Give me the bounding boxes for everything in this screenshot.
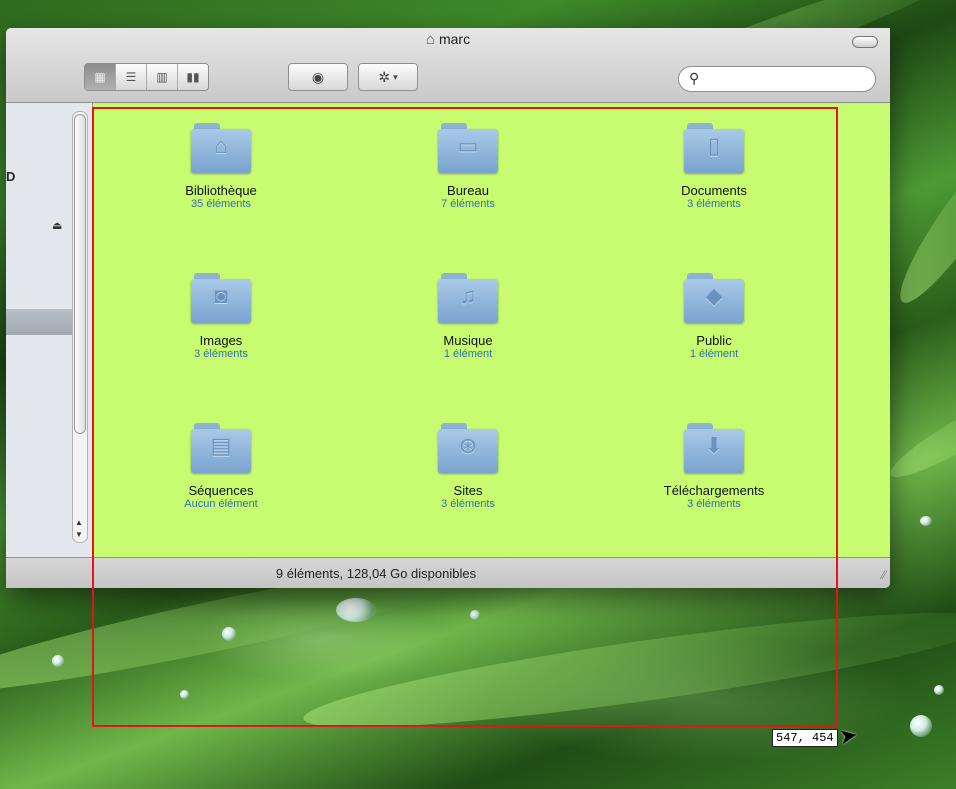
search-input[interactable] — [707, 70, 869, 86]
folder-count: 35 éléments — [191, 198, 251, 210]
sidebar: D ⏏ ▲ ▼ — [6, 103, 93, 557]
folder-name: Images — [199, 333, 243, 348]
sites-folder-icon: ⊛ — [438, 423, 498, 473]
gear-icon: ✲ — [378, 68, 391, 85]
status-text: 9 éléments, 128,04 Go disponibles — [275, 566, 477, 581]
folder-item[interactable]: ⌂ Bibliothèque 35 éléments — [121, 123, 321, 210]
folder-item[interactable]: ◆ Public 1 élément — [614, 273, 814, 360]
list-view-icon[interactable]: ☰ — [116, 64, 147, 90]
scroll-down-arrow-icon[interactable]: ▼ — [75, 530, 83, 539]
window-title: ⌂ marc — [425, 31, 471, 48]
folder-count: 3 éléments — [194, 348, 248, 360]
coordinate-readout: 547, 454 — [772, 729, 838, 747]
sidebar-item-label[interactable]: D — [6, 169, 15, 184]
folder-item[interactable]: ◙ Images 3 éléments — [121, 273, 321, 360]
quick-look-button[interactable]: ◉ — [288, 63, 348, 91]
folder-item[interactable]: ▤ Séquences Aucun élément — [121, 423, 321, 510]
folder-item[interactable]: ⬇ Téléchargements 3 éléments — [614, 423, 814, 510]
downloads-folder-icon: ⬇ — [684, 423, 744, 473]
folder-name: Documents — [681, 183, 747, 198]
sidebar-scrollbar[interactable]: ▲ ▼ — [72, 111, 88, 543]
movies-folder-icon: ▤ — [191, 423, 251, 473]
documents-folder-icon: ▯ — [684, 123, 744, 173]
library-folder-icon: ⌂ — [191, 123, 251, 173]
eject-icon[interactable]: ⏏ — [52, 219, 62, 232]
toolbar-toggle-button[interactable] — [852, 36, 878, 48]
toolbar: ⌂ marc ▦ ☰ ▥ ▮▮ ◉ ✲ ▾ ⚲ — [6, 28, 890, 103]
sidebar-item-selected[interactable] — [6, 309, 74, 335]
folder-count: 1 élément — [443, 348, 493, 360]
coverflow-view-icon[interactable]: ▮▮ — [178, 64, 208, 90]
column-view-icon[interactable]: ▥ — [147, 64, 178, 90]
folder-name: Public — [696, 333, 732, 348]
icon-view-icon[interactable]: ▦ — [85, 64, 116, 90]
folder-count: 3 éléments — [687, 198, 741, 210]
folder-item[interactable]: ♫ Musique 1 élément — [368, 273, 568, 360]
folder-name: Bibliothèque — [185, 183, 257, 198]
status-bar: 9 éléments, 128,04 Go disponibles ⁄⁄ — [6, 557, 890, 588]
chevron-down-icon: ▾ — [393, 71, 398, 82]
folder-count: 7 éléments — [441, 198, 495, 210]
finder-window: ⌂ marc ▦ ☰ ▥ ▮▮ ◉ ✲ ▾ ⚲ D ⏏ ▲ ▼ ⌂ Biblio… — [6, 28, 890, 588]
pictures-folder-icon: ◙ — [191, 273, 251, 323]
public-folder-icon: ◆ — [684, 273, 744, 323]
folder-item[interactable]: ▯ Documents 3 éléments — [614, 123, 814, 210]
mouse-cursor-icon: ➤ — [836, 721, 860, 750]
scroll-up-arrow-icon[interactable]: ▲ — [75, 518, 83, 527]
home-icon: ⌂ — [425, 31, 435, 48]
view-mode-selector: ▦ ☰ ▥ ▮▮ — [84, 63, 209, 91]
folder-name: Sites — [453, 483, 483, 498]
folder-count: 3 éléments — [441, 498, 495, 510]
folder-item[interactable]: ⊛ Sites 3 éléments — [368, 423, 568, 510]
desktop-folder-icon: ▭ — [438, 123, 498, 173]
music-folder-icon: ♫ — [438, 273, 498, 323]
search-field[interactable]: ⚲ — [678, 66, 876, 92]
search-icon: ⚲ — [689, 70, 700, 86]
resize-grip-icon[interactable]: ⁄⁄ — [882, 568, 886, 582]
folder-name: Musique — [443, 333, 493, 348]
folder-name: Séquences — [188, 483, 254, 498]
folder-name: Téléchargements — [663, 483, 765, 498]
folder-count: Aucun élément — [184, 498, 258, 510]
folder-name: Bureau — [447, 183, 489, 198]
folder-count: 3 éléments — [687, 498, 741, 510]
folder-item[interactable]: ▭ Bureau 7 éléments — [368, 123, 568, 210]
folder-count: 1 élément — [689, 348, 739, 360]
folder-content-area[interactable]: ⌂ Bibliothèque 35 éléments ▭ Bureau 7 él… — [93, 103, 890, 557]
scrollbar-thumb[interactable] — [74, 114, 86, 434]
eye-icon: ◉ — [311, 68, 325, 85]
action-menu-button[interactable]: ✲ ▾ — [358, 63, 418, 91]
